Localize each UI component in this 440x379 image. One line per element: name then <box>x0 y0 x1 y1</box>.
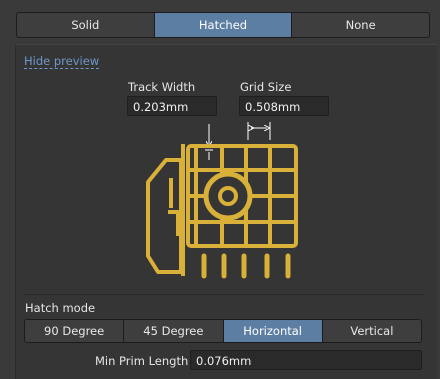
hatch-mode-horizontal-button[interactable]: Horizontal <box>222 320 322 342</box>
min-prim-length-field[interactable]: 0.076mm <box>190 350 422 370</box>
pin-leads-icon <box>201 253 291 279</box>
section-divider <box>24 294 424 295</box>
hatch-mode-label: Hatch mode <box>25 301 96 315</box>
pad-ring-icon <box>203 171 253 221</box>
min-prim-length-label: Min Prim Length <box>95 354 189 368</box>
hatch-mode-90-degree-button[interactable]: 90 Degree <box>25 320 123 342</box>
hatch-mode-45-degree-button[interactable]: 45 Degree <box>123 320 222 342</box>
hatch-mode-vertical-button[interactable]: Vertical <box>321 320 421 342</box>
grid-size-indicator-icon <box>247 122 271 140</box>
track-width-indicator-icon <box>205 124 213 160</box>
hatch-mode-segmented-control: 90 Degree 45 Degree Horizontal Vertical <box>24 319 422 343</box>
